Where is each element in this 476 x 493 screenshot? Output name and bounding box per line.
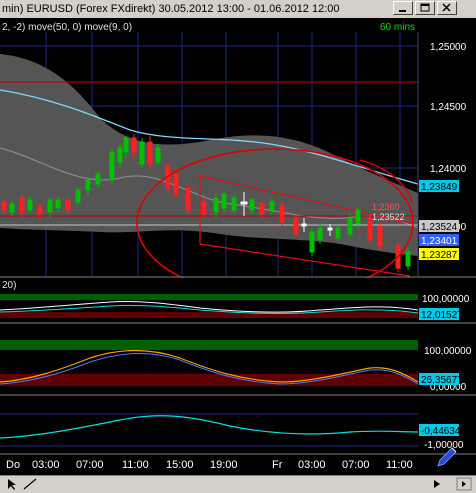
minimize-icon	[399, 10, 406, 12]
indicator-1-tick: 100,00000	[422, 294, 470, 305]
price-scale: 1,25000 1,24500 1,24000 1,23500 1,23849 …	[417, 32, 476, 276]
y-tick: 1,25000	[430, 42, 467, 53]
close-icon	[442, 3, 451, 12]
overbought-zone	[0, 294, 418, 300]
price-tag-ma9-text: 1,23401	[421, 236, 458, 247]
maximize-button[interactable]	[415, 1, 435, 15]
time-label: 07:00	[342, 459, 370, 471]
indicator-3-tag-text: -0,44634	[421, 426, 461, 437]
oversold-zone	[0, 312, 418, 318]
chart-area[interactable]: 1,2360 1,23522 2, -2) move(50, 0) move(9…	[0, 18, 476, 475]
bottom-toolbar	[0, 475, 476, 493]
maximize-icon	[420, 3, 430, 12]
cursor-icon[interactable]	[4, 477, 20, 491]
time-label: 11:00	[122, 459, 149, 471]
oversold-zone	[0, 374, 418, 386]
time-label: 11:00	[386, 459, 413, 471]
time-label: Fr	[272, 459, 283, 471]
annotation-level-2: 1,23522	[372, 212, 405, 222]
indicator-1-label: 20)	[2, 280, 16, 291]
overbought-zone	[0, 340, 418, 350]
minimize-button[interactable]	[393, 1, 413, 15]
close-button[interactable]	[437, 1, 457, 15]
price-tag-last-text: 1,23524	[421, 222, 458, 233]
title-bar: min) EURUSD (Forex FXdirekt) 30.05.2012 …	[0, 0, 476, 18]
indicator-label: 2, -2) move(50, 0) move(9, 0)	[2, 22, 132, 33]
y-tick: 1,24500	[430, 102, 467, 113]
resize-grip-icon[interactable]	[456, 477, 472, 491]
timeframe-label: 60 mins	[380, 22, 415, 33]
indicator-1-panel[interactable]: 20) 100,00000 12,01527	[0, 276, 476, 322]
time-label: 07:00	[76, 459, 104, 471]
indicator-2-tick: 100,00000	[424, 346, 472, 357]
price-panel[interactable]: 1,2360 1,23522 2, -2) move(50, 0) move(9…	[0, 18, 419, 298]
indicator-2-tag-text: 26,35677	[421, 375, 463, 386]
time-label: 03:00	[32, 459, 60, 471]
time-label: Do	[6, 459, 20, 471]
window-title: min) EURUSD (Forex FXdirekt) 30.05.2012 …	[2, 3, 340, 15]
indicator-1-tag-text: 12,01527	[421, 310, 463, 321]
annotation-level-1: 1,2360	[372, 202, 400, 212]
indicator-3-panel[interactable]: -0,44634 -1,00000	[0, 394, 476, 454]
time-label: 15:00	[166, 459, 194, 471]
scroll-right-icon[interactable]	[430, 477, 444, 491]
price-tag-ma50-text: 1,23849	[421, 182, 458, 193]
price-tag-close-text: 1,23287	[421, 250, 458, 261]
indicator-2-panel[interactable]: 100,00000 0,00000 26,35677	[0, 322, 476, 394]
indicator-3-tick: -1,00000	[424, 440, 464, 451]
line-tool-icon[interactable]	[22, 477, 38, 491]
y-tick: 1,24000	[430, 164, 467, 175]
time-label: 03:00	[298, 459, 326, 471]
time-label: 19:00	[210, 459, 238, 471]
